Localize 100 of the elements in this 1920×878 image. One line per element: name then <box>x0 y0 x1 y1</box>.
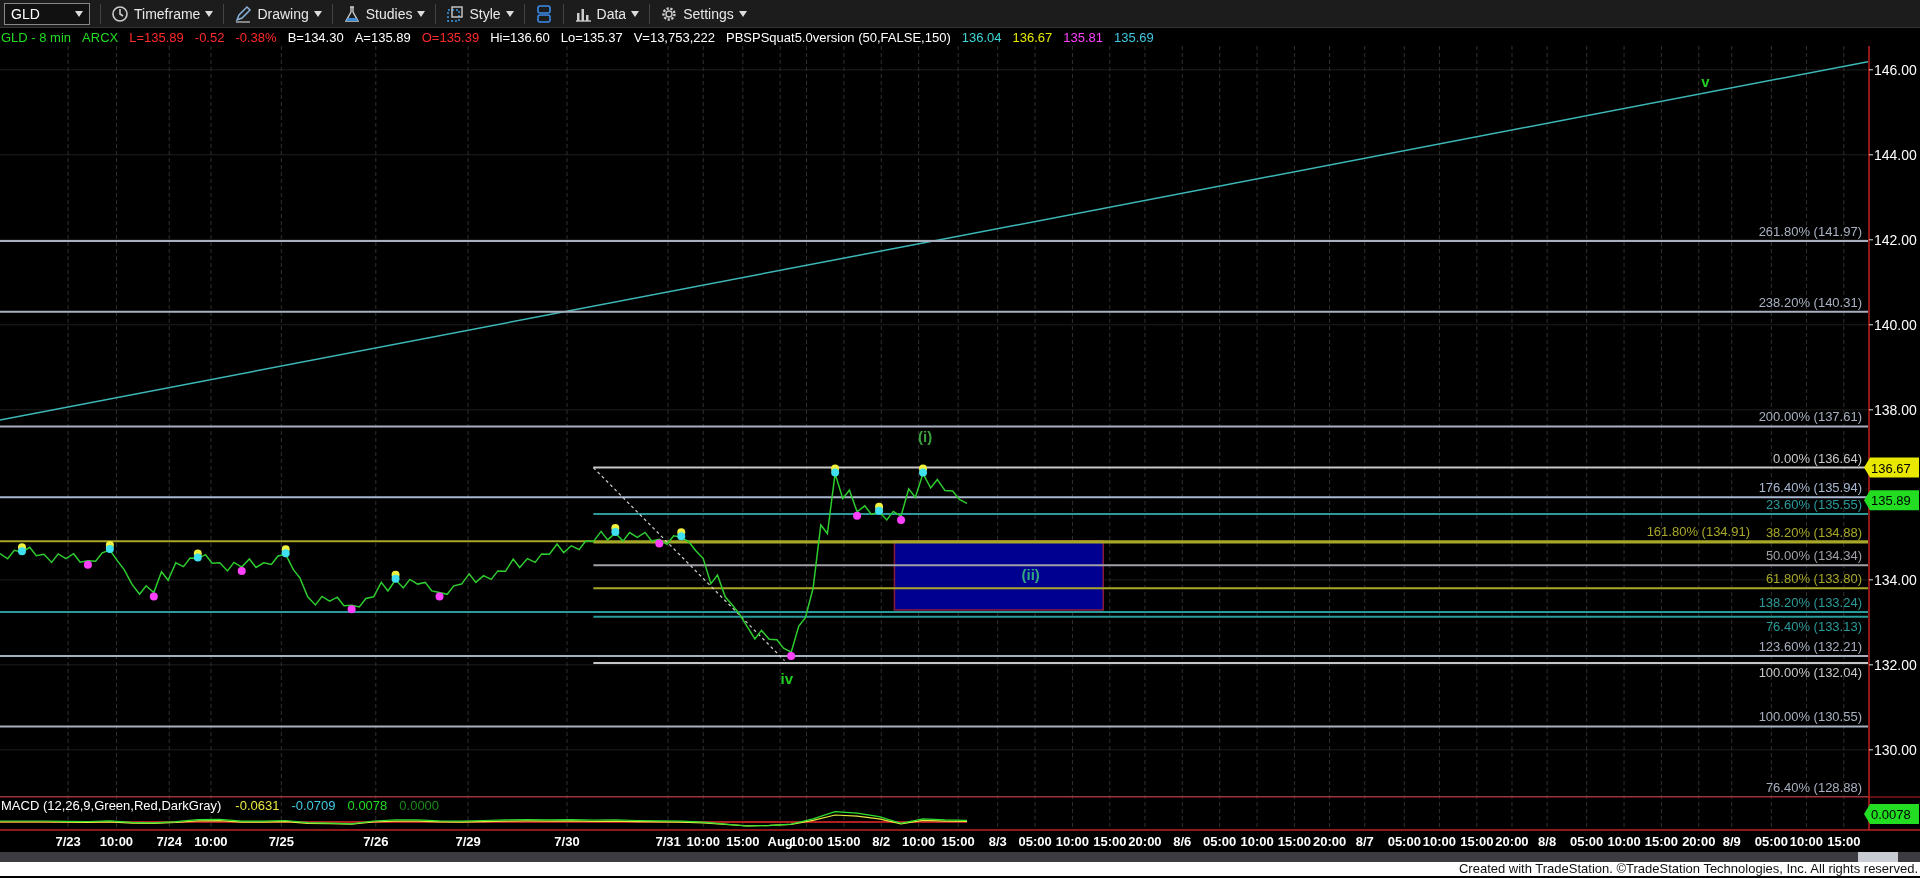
time-axis-label: 10:00 <box>99 834 134 849</box>
macd-value: 0.0078 <box>347 798 388 813</box>
flask-icon <box>342 4 361 23</box>
macd-label: MACD (12,26,9,Green,Red,DarkGray) <box>1 798 222 813</box>
time-axis-label: 20:00 <box>1495 834 1529 849</box>
fib-level-label: 100.00% (130.55) <box>1758 709 1862 725</box>
quote-field: GLD - 8 min <box>1 29 72 45</box>
price-axis-label: 140.00 <box>1874 316 1917 333</box>
time-axis-label: 8/7 <box>1355 834 1374 849</box>
time-axis-label: 05:00 <box>1203 834 1237 849</box>
scrollbar-thumb[interactable] <box>1858 852 1898 862</box>
caret-icon <box>738 10 747 17</box>
quote-field: 135.81 <box>1063 29 1103 45</box>
quote-field: O=135.39 <box>421 29 480 45</box>
time-axis-label: 8/6 <box>1173 834 1192 849</box>
quote-field: 135.69 <box>1114 29 1154 45</box>
time-axis-label: 15:00 <box>726 834 760 849</box>
price-axis-label: 146.00 <box>1874 61 1917 78</box>
time-axis-label: 10:00 <box>1240 834 1274 849</box>
fib-level-label: 161.80% (134.91) <box>1646 524 1750 540</box>
time-axis-label: 8/8 <box>1538 834 1557 849</box>
wave-label: iv <box>780 669 793 687</box>
wave-label: v <box>1701 72 1710 90</box>
price-tag: 135.89 <box>1864 490 1919 511</box>
time-axis-label: 15:00 <box>1827 834 1861 849</box>
quote-field: ARCX <box>82 29 119 45</box>
caret-icon <box>313 10 322 17</box>
fib-level-label: 200.00% (137.61) <box>1758 409 1862 425</box>
price-axis-label: 142.00 <box>1874 231 1917 248</box>
time-axis-label: 7/25 <box>268 834 294 849</box>
fib-level-label: 100.00% (132.04) <box>1758 665 1862 681</box>
indicator-tag: 0.0078 <box>1864 804 1919 824</box>
time-axis-label: 20:00 <box>1682 834 1716 849</box>
quote-field: -0.52 <box>194 29 225 45</box>
time-axis-label: 7/23 <box>55 834 81 849</box>
time-axis-label: 20:00 <box>1128 834 1162 849</box>
time-axis-label: 20:00 <box>1312 834 1347 849</box>
pen-icon <box>234 4 253 23</box>
time-axis-label: 05:00 <box>1570 834 1604 849</box>
wave-label: (ii) <box>1021 565 1040 583</box>
price-axis-label: 132.00 <box>1874 656 1917 673</box>
time-axis-label: 10:00 <box>686 834 720 849</box>
time-axis-label: 7/26 <box>363 834 389 849</box>
time-axis-label: 10:00 <box>1607 834 1641 849</box>
fib-level-label: 176.40% (135.94) <box>1758 480 1862 496</box>
time-axis-label: 05:00 <box>1387 834 1421 849</box>
time-axis-label: 15:00 <box>827 834 861 849</box>
quote-field: B=134.30 <box>287 29 344 45</box>
quote-field: V=13,753,222 <box>633 29 715 45</box>
time-axis-label: 8/3 <box>988 834 1007 849</box>
time-axis-label: 05:00 <box>1018 834 1052 849</box>
fib-level-label: 23.60% (135.55) <box>1765 496 1862 512</box>
toolbar-menu-button[interactable]: Timeframe <box>105 2 220 25</box>
stacked-panels-icon <box>534 4 553 23</box>
quote-field: 136.67 <box>1012 29 1053 45</box>
toolbar-menu-button[interactable]: Settings <box>654 2 753 25</box>
quote-field: -0.38% <box>235 29 277 45</box>
fib-level-label: 61.80% (133.80) <box>1765 571 1862 587</box>
toolbar-menu-button[interactable]: Style <box>440 2 520 25</box>
quote-field: A=135.89 <box>354 29 411 45</box>
caret-icon <box>75 10 83 17</box>
caret-icon <box>417 10 426 17</box>
macd-value: -0.0709 <box>291 798 336 813</box>
time-axis-label: 10:00 <box>1055 834 1090 849</box>
dashed-square-icon <box>446 4 465 23</box>
quote-field: Lo=135.37 <box>560 29 623 45</box>
time-axis-label: 15:00 <box>1644 834 1679 849</box>
toolbar-menu-button[interactable]: Studies <box>336 2 432 25</box>
price-axis-label: 144.00 <box>1874 146 1917 163</box>
quote-field: L=135.89 <box>129 29 184 45</box>
fib-level-label: 38.20% (134.88) <box>1765 525 1862 541</box>
price-tag: 136.67 <box>1864 457 1919 478</box>
fib-level-label: 138.20% (133.24) <box>1758 595 1862 611</box>
time-axis-label: 7/24 <box>156 834 182 849</box>
scrollbar[interactable] <box>0 852 1920 862</box>
fib-level-label: 76.40% (128.88) <box>1765 780 1862 796</box>
wave-label: (i) <box>918 427 933 445</box>
symbol-dropdown[interactable]: GLD <box>4 2 90 25</box>
toolbar-menu-button[interactable]: Data <box>567 2 646 25</box>
price-axis-label: 134.00 <box>1874 571 1917 588</box>
caret-icon <box>205 10 214 17</box>
time-axis-label: 7/30 <box>554 834 580 849</box>
toolbar-menu-button[interactable]: Drawing <box>228 2 328 25</box>
time-axis-label: 15:00 <box>1277 834 1312 849</box>
settings-icon <box>660 4 679 23</box>
time-axis-label: 7/29 <box>455 834 481 849</box>
macd-value: -0.0631 <box>235 798 280 813</box>
quote-field: 136.04 <box>961 29 1002 45</box>
price-axis-label: 130.00 <box>1874 741 1917 758</box>
time-axis-label: 10:00 <box>194 834 228 849</box>
fib-level-label: 76.40% (133.13) <box>1765 618 1862 634</box>
fib-level-label: 261.80% (141.97) <box>1758 224 1862 240</box>
copyright-text: Created with TradeStation. ©TradeStation Technologies, Inc. All rights reserved. <box>0 862 1920 876</box>
fib-level-label: 0.00% (136.64) <box>1773 450 1862 466</box>
clock-icon <box>111 4 129 23</box>
price-axis-label: 138.00 <box>1874 401 1917 418</box>
time-axis-label: 15:00 <box>1460 834 1494 849</box>
fib-level-label: 123.60% (132.21) <box>1758 638 1862 654</box>
caret-icon <box>505 10 514 17</box>
time-axis-label: 8/2 <box>872 834 891 849</box>
